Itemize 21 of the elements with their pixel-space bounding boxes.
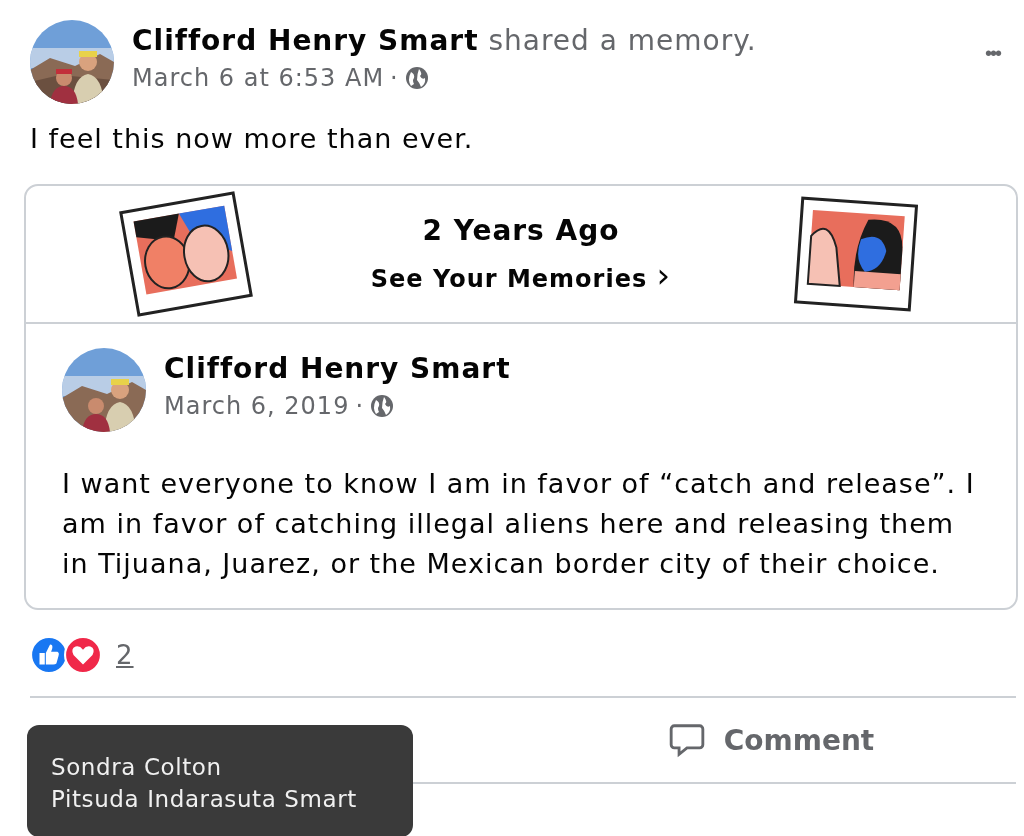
like-reaction-icon <box>30 636 68 674</box>
memory-post-text: I want everyone to know I am in favor of “catch and release”. I am in favor of catching illegal aliens here and releasing them in Tijuana, Juarez, or the Mexican border city of their choice. <box>62 467 976 581</box>
memory-title: 2 Years Ago <box>421 213 621 247</box>
separator-dot: · <box>355 392 365 420</box>
post-action: shared a memory. <box>488 24 757 57</box>
post-time[interactable]: March 6 at 6:53 AM <box>132 64 385 92</box>
reactor-name: Pitsuda Indarasuta Smart <box>51 785 358 814</box>
separator-dot: · <box>390 64 399 92</box>
reaction-count[interactable]: 2 <box>116 640 134 670</box>
see-memories-link[interactable]: See Your Memories › <box>370 264 672 293</box>
comment-icon <box>667 721 706 759</box>
more-options-button[interactable]: ••• <box>985 20 1018 65</box>
author-name[interactable]: Clifford Henry Smart <box>164 352 511 385</box>
post-text: I feel this now more than ever. <box>30 122 475 156</box>
author-name[interactable]: Clifford Henry Smart <box>132 24 479 57</box>
comment-button[interactable]: Comment <box>526 698 1016 782</box>
post-date[interactable]: March 6, 2019 <box>164 392 350 420</box>
reactor-name: Sondra Colton <box>51 753 223 782</box>
love-reaction-icon <box>64 636 102 674</box>
globe-icon <box>404 66 429 90</box>
globe-icon <box>370 394 395 418</box>
